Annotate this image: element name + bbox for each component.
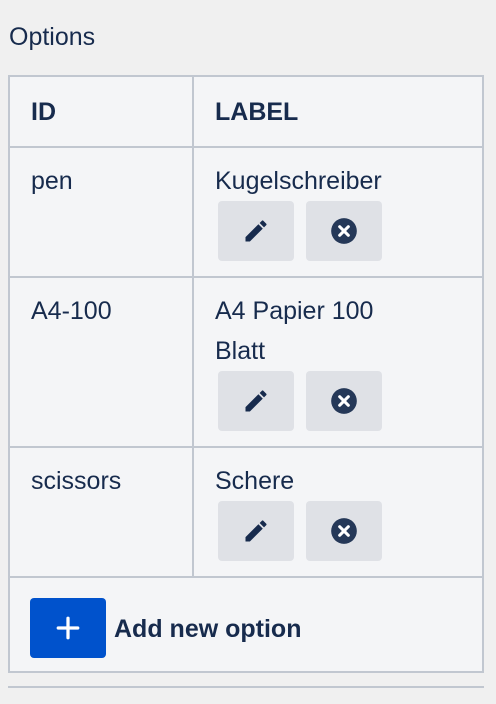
- pencil-icon: [245, 220, 267, 242]
- pencil-icon: [245, 390, 267, 412]
- option-id: A4-100: [10, 278, 194, 446]
- section-title: Options: [9, 23, 96, 51]
- remove-option-button[interactable]: [306, 501, 382, 561]
- column-header-id: ID: [10, 77, 194, 146]
- edit-option-button[interactable]: [218, 501, 294, 561]
- options-table: ID LABEL pen Kugelschreiber A4-100 A4 Pa…: [8, 75, 484, 673]
- option-label-line: Blatt: [215, 337, 266, 365]
- add-option-row: Add new option: [10, 578, 482, 671]
- table-row: pen Kugelschreiber: [10, 148, 482, 278]
- row-actions: [218, 371, 482, 431]
- row-actions: [218, 201, 482, 261]
- close-circle-icon: [331, 218, 357, 244]
- option-label: Kugelschreiber: [215, 167, 382, 195]
- add-option-label[interactable]: Add new option: [114, 614, 301, 644]
- remove-option-button[interactable]: [306, 371, 382, 431]
- option-label-line: A4 Papier 100: [215, 297, 374, 325]
- option-id: pen: [10, 148, 194, 276]
- option-label-cell: Kugelschreiber: [194, 148, 482, 276]
- row-actions: [218, 501, 482, 561]
- table-row: scissors Schere: [10, 448, 482, 578]
- option-label-cell: Schere: [194, 448, 482, 576]
- remove-option-button[interactable]: [306, 201, 382, 261]
- edit-option-button[interactable]: [218, 201, 294, 261]
- option-label-cell: A4 Papier 100 Blatt: [194, 278, 482, 446]
- option-label: Schere: [215, 467, 295, 495]
- option-label: A4 Papier 100 Blatt: [215, 291, 482, 371]
- edit-option-button[interactable]: [218, 371, 294, 431]
- option-id: scissors: [10, 448, 194, 576]
- column-header-label: LABEL: [215, 98, 299, 126]
- divider: [8, 686, 484, 688]
- close-circle-icon: [331, 388, 357, 414]
- add-option-button[interactable]: [30, 598, 106, 658]
- table-header-row: ID LABEL: [10, 77, 482, 148]
- close-circle-icon: [331, 518, 357, 544]
- plus-icon: [56, 616, 80, 640]
- pencil-icon: [245, 520, 267, 542]
- table-row: A4-100 A4 Papier 100 Blatt: [10, 278, 482, 448]
